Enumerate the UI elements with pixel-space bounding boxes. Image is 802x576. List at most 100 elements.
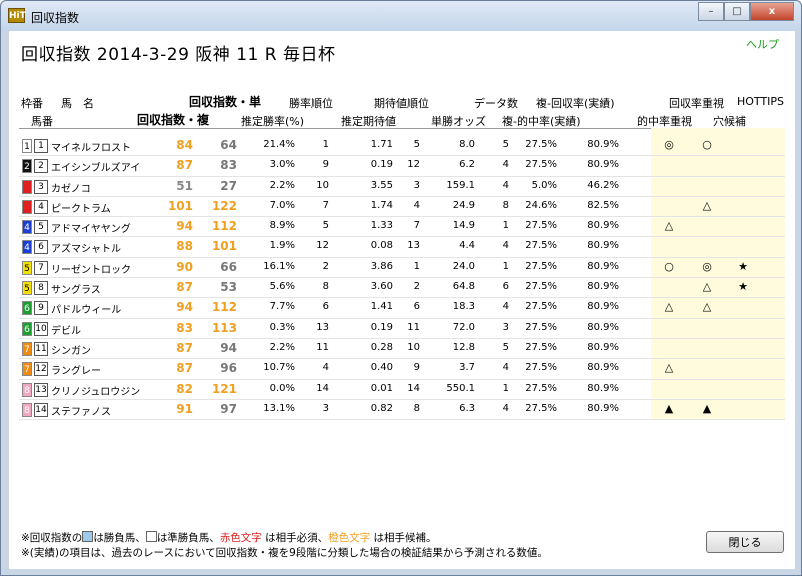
index-double: 94: [220, 340, 237, 355]
table-row[interactable]: 6 10 デビル 83 113 0.3% 13 0.19 11 72.0 3 27.5% 80.9%: [19, 318, 785, 339]
table-row[interactable]: 5 7 リーゼントロック 90 66 16.1% 2 3.86 1 24.0 1 27.5% 80.9%…: [19, 257, 785, 279]
table-row[interactable]: 5 8 サングラス 87 53 5.6% 8 3.60 2 64.8 6 27.5% 80.9% △ ★: [19, 278, 785, 299]
horse-name[interactable]: パドルウィール: [51, 301, 121, 316]
footer-line-1: ※回収指数の は勝負馬、 は準勝負馬、赤色文字 は相手必須、橙色文字 は相手候補。: [21, 531, 548, 546]
horse-name[interactable]: マイネルフロスト: [51, 139, 131, 154]
app-logo-icon: HiT: [8, 8, 26, 23]
table-row[interactable]: 3 4 ピークトラム 101 122 7.0% 7 1.74 4 24.9 8 24.6% 82.5% △: [19, 196, 785, 218]
table-row[interactable]: 7 12 ラングレー 87 96 10.7% 4 0.40 9 3.7 4 27.5% 80.9% △: [19, 359, 785, 380]
est-ev: 0.28: [370, 341, 393, 353]
place-hit-rate: 27.5%: [525, 402, 557, 414]
win-odds: 72.0: [452, 321, 475, 333]
table-row[interactable]: 8 13 クリノジュロウジン 82 121 0.0% 14 0.01 14 550.1 1 27.5%…: [19, 379, 785, 400]
table-row[interactable]: 6 9 パドルウィール 94 112 7.7% 6 1.41 6 18.3 4 27.5% 80.9% △…: [19, 298, 785, 319]
data-count: 4: [502, 159, 509, 171]
win-rank: 12: [316, 240, 329, 252]
ev-rank: 8: [413, 402, 420, 414]
horse-name[interactable]: ラングレー: [51, 362, 101, 377]
win-rank: 2: [322, 260, 329, 272]
est-win-rate: 0.0%: [269, 382, 295, 394]
table-row[interactable]: 2 2 エイシンブルズアイ 87 83 3.0% 9 0.19 12 6.2 4 27.5% 80.9%: [19, 156, 785, 177]
hit-focus-mark: △: [664, 361, 674, 375]
umaban-box: 2: [34, 159, 48, 174]
header-win-rank: 勝率順位: [289, 97, 333, 110]
horse-name[interactable]: アズマシャトル: [51, 240, 121, 255]
table-row[interactable]: 8 14 ステファノス 91 97 13.1% 3 0.82 8 6.3 4 27.5% 80.9% ▲ ▲: [19, 399, 785, 421]
place-return-rate: 80.9%: [587, 382, 619, 394]
win-odds: 24.0: [452, 260, 475, 272]
umaban-box: 14: [34, 402, 48, 417]
table-row[interactable]: 4 5 アドマイヤヤング 94 112 8.9% 5 1.33 7 14.9 1 27.5% 80.9%…: [19, 217, 785, 238]
data-count: 1: [502, 382, 509, 394]
hit-focus-mark: △: [664, 300, 674, 314]
horse-name[interactable]: デビル: [51, 322, 81, 337]
index-single: 83: [176, 320, 193, 335]
win-rank: 8: [322, 281, 329, 293]
win-rank: 5: [322, 220, 329, 232]
close-window-button[interactable]: x: [750, 2, 794, 21]
header-est-ev: 推定期待値: [341, 115, 396, 128]
index-double: 27: [220, 178, 237, 193]
umaban-box: 5: [34, 220, 48, 235]
place-hit-rate: 27.5%: [525, 159, 557, 171]
umaban-box: 8: [34, 281, 48, 296]
place-return-rate: 80.9%: [587, 402, 619, 414]
table-row[interactable]: 4 6 アズマシャトル 88 101 1.9% 12 0.08 13 4.4 4 27.5% 80.9%: [19, 237, 785, 258]
horse-name[interactable]: エイシンブルズアイ: [51, 159, 140, 174]
table-row[interactable]: 3 3 カゼノコ 51 27 2.2% 10 3.55 3 159.1 4 5.0% 46.2%: [19, 176, 785, 197]
index-single: 101: [167, 198, 193, 213]
horse-name[interactable]: ピークトラム: [51, 200, 111, 215]
est-ev: 0.40: [370, 362, 393, 374]
umaban-box: 3: [34, 179, 48, 194]
win-rank: 4: [322, 362, 329, 374]
ev-rank: 10: [407, 341, 420, 353]
table-row[interactable]: 1 1 マイネルフロスト 84 64 21.4% 1 1.71 5 8.0 5 27.5% 80.9% ◎…: [19, 136, 785, 157]
marks-band: [651, 278, 785, 298]
waku-badge: 6: [22, 301, 32, 316]
umaban-box: 13: [34, 382, 48, 397]
place-hit-rate: 27.5%: [525, 220, 557, 232]
index-single: 87: [176, 158, 193, 173]
ev-rank: 9: [413, 362, 420, 374]
umaban-box: 4: [34, 199, 48, 214]
place-return-rate: 80.9%: [587, 281, 619, 293]
waku-badge: 7: [22, 362, 32, 377]
est-ev: 1.71: [370, 139, 393, 150]
win-odds: 24.9: [452, 199, 475, 211]
horse-name[interactable]: シンガン: [51, 342, 91, 357]
maximize-button[interactable]: □: [724, 2, 750, 21]
ev-rank: 2: [413, 281, 420, 293]
title-bar[interactable]: HiT 回収指数 – □ x: [1, 1, 801, 31]
close-button[interactable]: 閉じる: [706, 531, 784, 553]
win-odds: 14.9: [452, 220, 475, 232]
win-rank: 9: [322, 159, 329, 171]
est-win-rate: 3.0%: [269, 159, 295, 171]
horse-name[interactable]: リーゼントロック: [51, 261, 131, 276]
place-hit-rate: 27.5%: [525, 362, 557, 374]
horse-name[interactable]: カゼノコ: [51, 180, 91, 195]
table-row[interactable]: 7 11 シンガン 87 94 2.2% 11 0.28 10 12.8 5 27.5% 80.9%: [19, 338, 785, 360]
umaban-box: 10: [34, 321, 48, 336]
data-count: 8: [502, 199, 509, 211]
horse-name[interactable]: ステファノス: [51, 403, 111, 418]
horse-name[interactable]: クリノジュロウジン: [51, 383, 140, 398]
est-win-rate: 5.6%: [269, 281, 295, 293]
header-data-count: データ数: [474, 97, 518, 110]
place-hit-rate: 24.6%: [525, 199, 557, 211]
header-place-hit: 複-的中率(実績): [502, 115, 581, 128]
minimize-button[interactable]: –: [698, 2, 724, 21]
horse-name[interactable]: サングラス: [51, 281, 101, 296]
win-odds: 6.3: [459, 402, 475, 414]
waku-badge: 4: [22, 240, 32, 255]
index-single: 51: [176, 178, 193, 193]
return-focus-mark: △: [702, 198, 712, 212]
dark-horse-mark: ★: [738, 259, 748, 273]
header-est-win: 推定勝率(%): [241, 115, 305, 128]
return-focus-mark: ○: [702, 138, 712, 151]
help-link[interactable]: ヘルプ: [746, 36, 779, 52]
header-umaban: 馬番: [31, 115, 53, 128]
horse-name[interactable]: アドマイヤヤング: [51, 220, 131, 235]
index-double: 101: [211, 239, 237, 254]
est-win-rate: 16.1%: [263, 260, 295, 272]
hit-focus-mark: ▲: [664, 401, 674, 415]
